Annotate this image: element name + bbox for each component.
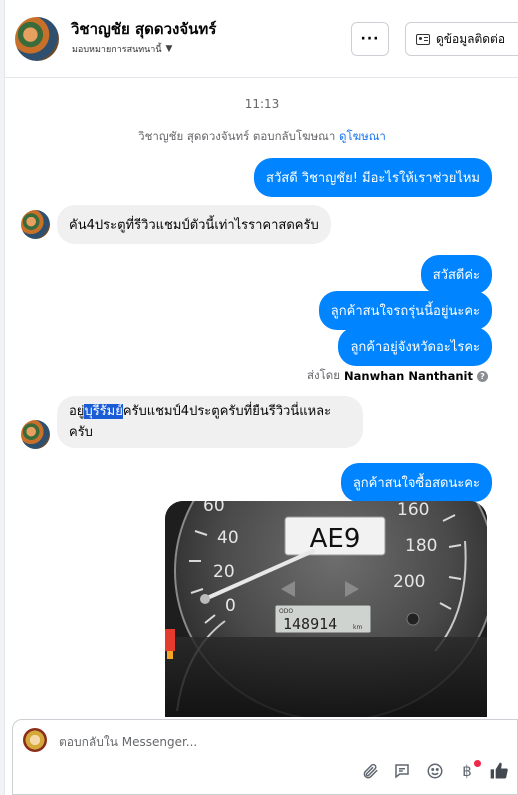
notification-dot — [474, 760, 481, 767]
photo-attachment-dashboard[interactable]: 60 40 20 0 160 180 200 AE9 ODO 148914 km — [165, 501, 487, 717]
caret-down-icon: ▼ — [165, 44, 173, 54]
message-text: อยู่ — [69, 404, 85, 419]
reply-composer: ตอบกลับใน Messenger... ฿ — [12, 719, 518, 795]
message-outgoing[interactable]: ลูกค้าสนใจซื้อสดนะคะ — [340, 463, 492, 502]
message-thread[interactable]: 11:13 วิชาญชัย สุดดวงจันทร์ ตอบกลับโฆษณา… — [5, 79, 518, 717]
odo-label: ODO — [279, 608, 293, 615]
gauge-label: 40 — [217, 528, 239, 548]
gauge-label: 200 — [393, 572, 425, 592]
message-incoming[interactable]: คัน4ประตูที่รีวิวแชมป์ตัวนี้เท่าไรราคาสด… — [57, 205, 331, 244]
message-timestamp: 11:13 — [244, 97, 280, 111]
like-icon[interactable] — [488, 760, 510, 782]
contact-avatar[interactable] — [15, 17, 59, 61]
dashboard-photo: 60 40 20 0 160 180 200 AE9 ODO 148914 km — [165, 501, 487, 717]
message-incoming[interactable]: อยู่บุรีรัมย์ครับแชมป์4ประตูครับที่ยืนรี… — [57, 396, 363, 448]
message-outgoing[interactable]: ลูกค้าอยู่จังหวัดอะไรคะ — [338, 327, 492, 366]
message-input[interactable]: ตอบกลับใน Messenger... — [59, 733, 197, 752]
conversation-panel: วิชาญชัย สุดดวงจันทร์ มอบหมายการสนทนานี้… — [4, 0, 518, 795]
message-outgoing[interactable]: สวัสดีค่ะ — [420, 255, 492, 294]
license-plate-text: AE9 — [310, 524, 361, 554]
assign-conversation-dropdown[interactable]: มอบหมายการสนทนานี้ ▼ — [72, 42, 172, 56]
sender-avatar[interactable] — [21, 420, 50, 449]
gauge-label: 60 — [203, 501, 225, 516]
selected-text: บุรีรัมย์ — [84, 404, 123, 419]
odo-unit: km — [353, 624, 362, 631]
ad-reply-text: วิชาญชัย สุดดวงจันทร์ ตอบกลับโฆษณา — [138, 129, 336, 143]
conversation-header: วิชาญชัย สุดดวงจันทร์ มอบหมายการสนทนานี้… — [5, 0, 518, 78]
view-ad-link[interactable]: ดูโฆษณา — [339, 129, 386, 143]
view-contact-info-button[interactable]: ดูข้อมูลติดต่อ — [405, 22, 518, 56]
sent-by-name: Nanwhan Nanthanit — [344, 369, 473, 383]
info-icon[interactable]: ? — [477, 370, 488, 382]
paperclip-icon[interactable] — [359, 760, 381, 782]
view-contact-info-label: ดูข้อมูลติดต่อ — [436, 31, 506, 46]
emoji-icon[interactable] — [424, 760, 446, 782]
contact-card-icon — [416, 33, 430, 45]
odometer-reading: 148914 — [283, 615, 337, 633]
gauge-label: 160 — [397, 501, 429, 520]
page-avatar — [23, 728, 47, 752]
quick-reply-icon[interactable] — [391, 760, 413, 782]
assign-label: มอบหมายการสนทนานี้ — [72, 45, 162, 55]
gauge-label: 20 — [213, 562, 235, 582]
ad-reply-note: วิชาญชัย สุดดวงจันทร์ ตอบกลับโฆษณา ดูโฆษ… — [5, 128, 518, 146]
sent-by-label: ส่งโดย — [306, 368, 341, 382]
message-outgoing[interactable]: สวัสดี วิชาญชัย! มีอะไรให้เราช่วยไหม — [254, 158, 492, 197]
gauge-label: 180 — [405, 536, 437, 556]
more-options-button[interactable]: ··· — [351, 22, 389, 56]
sent-by-info: ส่งโดย Nanwhan Nanthanit ? — [307, 367, 488, 385]
message-outgoing[interactable]: ลูกค้าสนใจรถรุ่นนี้อยู่นะคะ — [318, 291, 492, 330]
contact-name[interactable]: วิชาญชัย สุดดวงจันทร์ — [71, 17, 216, 41]
sender-avatar[interactable] — [21, 210, 50, 239]
gauge-label: 0 — [225, 596, 236, 616]
